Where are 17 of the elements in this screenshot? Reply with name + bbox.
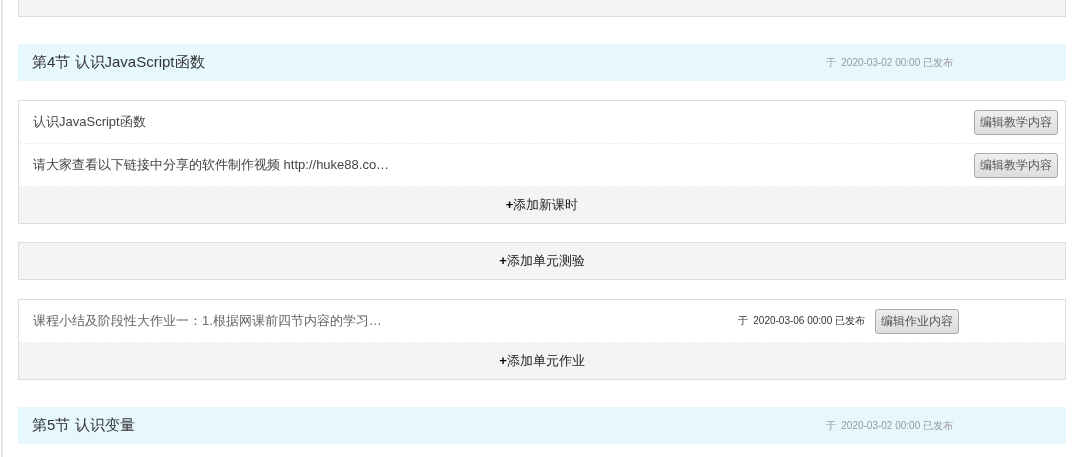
publish-date: 于 2020-03-02 00:00 已发布 <box>825 55 953 70</box>
publish-date: 于 2020-03-06 00:00 已发布 <box>737 314 865 328</box>
section-title: 第5节 认识变量 <box>32 416 136 435</box>
homework-title: 课程小结及阶段性大作业一：1.根据网课前四节内容的学习… <box>33 312 383 330</box>
publish-date: 于 2020-03-02 00:00 已发布 <box>825 418 953 433</box>
lesson-title: 认识JavaScript函数 <box>33 113 147 131</box>
add-bar[interactable]: +添加单元测验 <box>18 242 1066 280</box>
add-label[interactable]: +添加单元作业 <box>499 352 585 370</box>
add-bar[interactable]: +添加新课时 <box>19 187 1065 223</box>
lesson-title: 请大家查看以下链接中分享的软件制作视频 http://huke88.co… <box>33 156 391 174</box>
add-label[interactable]: +添加单元测验 <box>499 252 585 270</box>
add-bar[interactable]: +添加单元作业 <box>19 343 1065 379</box>
edit-content-button[interactable]: 编辑教学内容 <box>974 152 1058 178</box>
edit-homework-button[interactable]: 编辑作业内容 <box>875 308 959 334</box>
add-label[interactable]: +添加新课时 <box>505 196 579 214</box>
edit-content-button[interactable]: 编辑教学内容 <box>974 109 1058 135</box>
section-title: 第4节 认识JavaScript函数 <box>32 53 206 72</box>
